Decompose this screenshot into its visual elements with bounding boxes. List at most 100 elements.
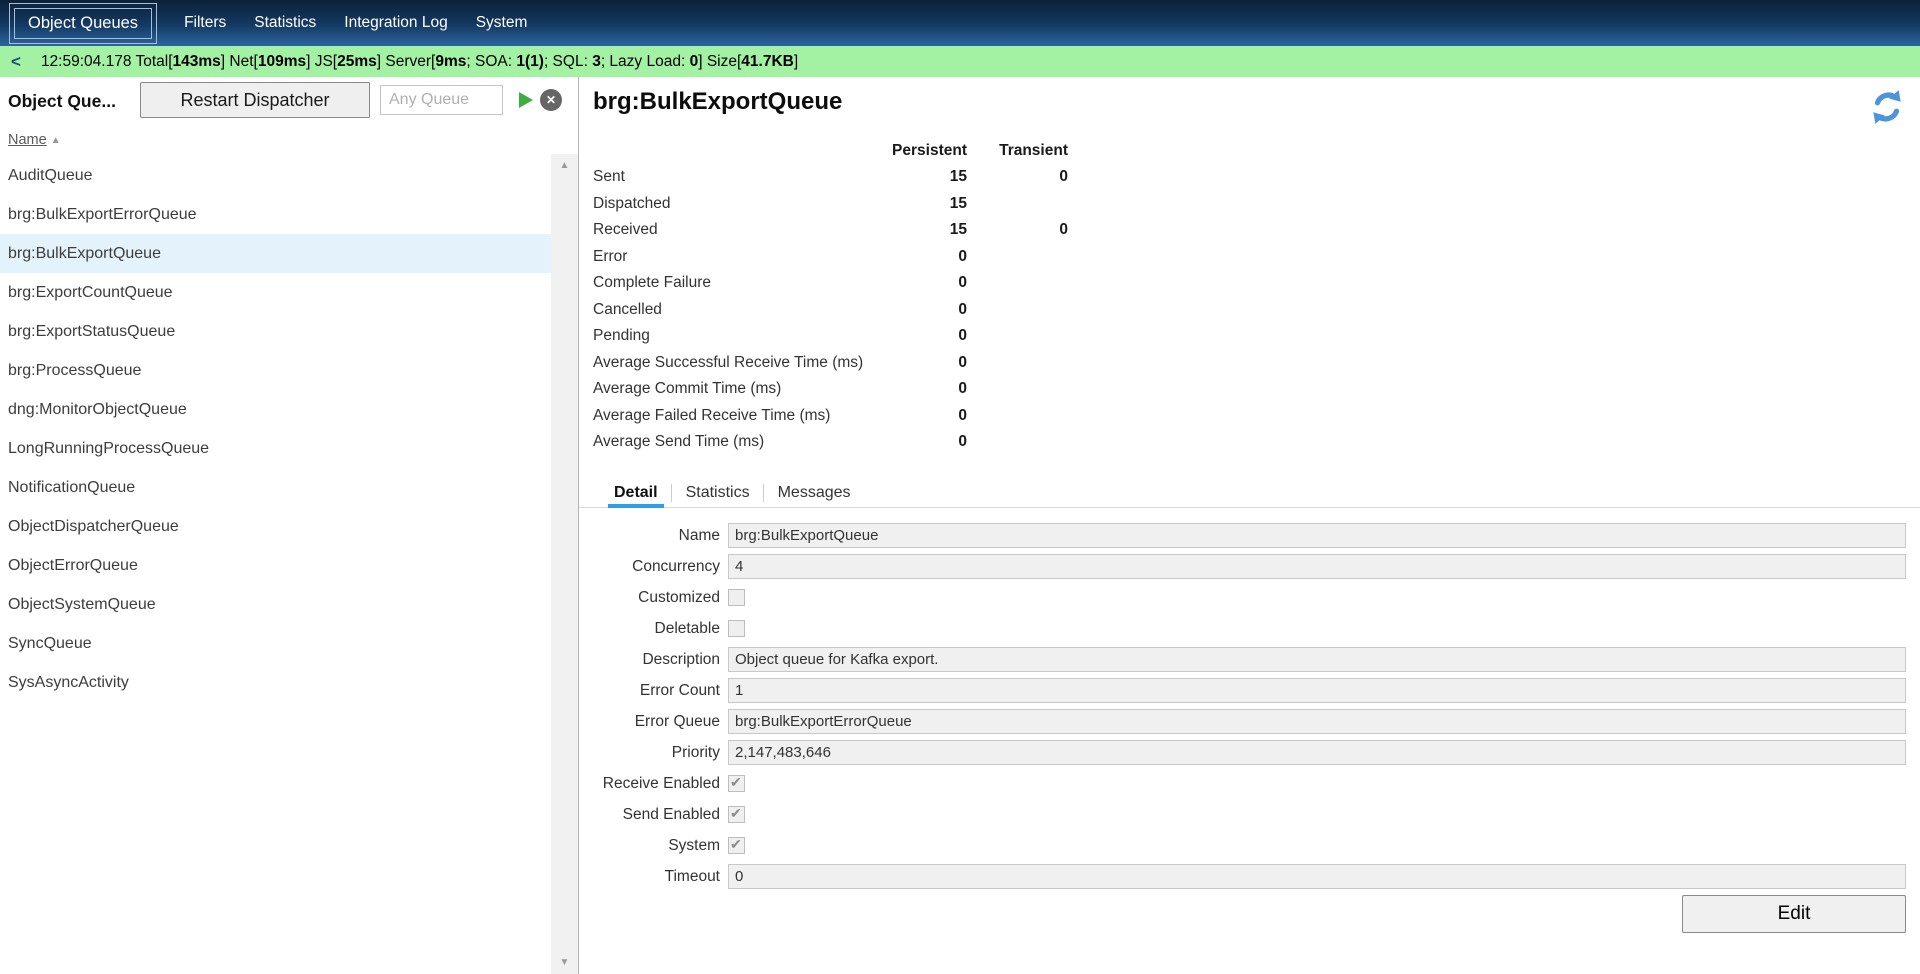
deletable-checkbox[interactable] (728, 620, 745, 637)
send-enabled-checkbox[interactable]: ✔ (728, 806, 745, 823)
nav-item[interactable]: Integration Log (330, 14, 461, 32)
receive-enabled-label: Receive Enabled (579, 775, 728, 793)
stat-label: Pending (593, 327, 868, 345)
status-segment: Total[ (131, 53, 172, 70)
status-segment: ] Server[ (377, 53, 436, 70)
stat-value-persistent: 0 (868, 380, 967, 398)
status-segment: 41.7KB (741, 53, 794, 70)
stats-header-row: Persistent Transient (593, 138, 1068, 164)
scroll-down-icon[interactable]: ▼ (551, 957, 578, 968)
status-time: 12:59:04.178 (41, 53, 132, 70)
refresh-icon[interactable] (1868, 88, 1906, 126)
priority-field[interactable]: 2,147,483,646 (728, 740, 1906, 765)
queue-list-item[interactable]: NotificationQueue (0, 468, 551, 507)
form-row-error-count: Error Count1 (579, 675, 1906, 706)
form-row-send-enabled: Send Enabled✔ (579, 799, 1906, 830)
queue-list-item[interactable]: SysAsyncActivity (0, 663, 551, 702)
concurrency-label: Concurrency (579, 558, 728, 576)
queue-list-item[interactable]: ObjectErrorQueue (0, 546, 551, 585)
nav-item[interactable]: Statistics (240, 14, 330, 32)
queue-list-item[interactable]: AuditQueue (0, 156, 551, 195)
stat-value-transient: 0 (967, 221, 1068, 239)
send-enabled-label: Send Enabled (579, 806, 728, 824)
queue-detail-title: brg:BulkExportQueue (593, 88, 842, 116)
queue-list-item[interactable]: dng:MonitorObjectQueue (0, 390, 551, 429)
stat-value-persistent: 0 (868, 407, 967, 425)
error-count-field[interactable]: 1 (728, 678, 1906, 703)
queue-search-input[interactable] (380, 85, 503, 115)
queue-list-item[interactable]: LongRunningProcessQueue (0, 429, 551, 468)
name-column-label[interactable]: Name (8, 132, 47, 148)
nav-item[interactable]: Filters (170, 14, 240, 32)
queue-list-item[interactable]: brg:ProcessQueue (0, 351, 551, 390)
receive-enabled-checkbox[interactable]: ✔ (728, 775, 745, 792)
queue-list-item[interactable]: brg:ExportStatusQueue (0, 312, 551, 351)
error-count-label: Error Count (579, 682, 728, 700)
name-field[interactable]: brg:BulkExportQueue (728, 523, 1906, 548)
restart-dispatcher-button[interactable]: Restart Dispatcher (140, 82, 370, 118)
stat-label: Average Successful Receive Time (ms) (593, 354, 868, 372)
customized-checkbox[interactable] (728, 589, 745, 606)
queue-list-item[interactable]: brg:ExportCountQueue (0, 273, 551, 312)
form-row-priority: Priority2,147,483,646 (579, 737, 1906, 768)
concurrency-field[interactable]: 4 (728, 554, 1906, 579)
stat-value-persistent: 0 (868, 354, 967, 372)
back-icon[interactable]: < (11, 52, 21, 72)
status-text: 12:59:04.178 Total[143ms] Net[109ms] JS[… (41, 53, 798, 71)
tab[interactable]: Statistics (683, 478, 753, 507)
detail-tabs: Detail Statistics Messages (579, 478, 1920, 508)
name-column-header[interactable]: Name ▲ (8, 132, 61, 148)
form-row-timeout: Timeout0 (579, 861, 1906, 892)
detail-form: Namebrg:BulkExportQueueConcurrency4Custo… (579, 520, 1906, 892)
stat-label: Received (593, 221, 868, 239)
system-checkbox[interactable]: ✔ (728, 837, 745, 854)
stat-value-persistent: 0 (868, 327, 967, 345)
stat-label: Average Commit Time (ms) (593, 380, 868, 398)
tab[interactable]: Messages (775, 478, 854, 507)
queue-list-item[interactable]: ObjectSystemQueue (0, 585, 551, 624)
stat-row: Dispatched 15 (593, 191, 1068, 218)
clear-filter-icon[interactable]: ✕ (540, 89, 562, 111)
stat-value-persistent: 0 (868, 274, 967, 292)
queue-list-item[interactable]: SyncQueue (0, 624, 551, 663)
scroll-up-icon[interactable]: ▲ (551, 160, 578, 171)
error-queue-field[interactable]: brg:BulkExportErrorQueue (728, 709, 1906, 734)
queue-list-item[interactable]: brg:BulkExportErrorQueue (0, 195, 551, 234)
sort-asc-icon: ▲ (51, 135, 61, 146)
timeout-label: Timeout (579, 868, 728, 886)
stat-row: Cancelled 0 (593, 297, 1068, 324)
stat-row: Average Send Time (ms) 0 (593, 429, 1068, 456)
queue-list-item[interactable]: ObjectDispatcherQueue (0, 507, 551, 546)
top-nav-bar: Object Queues FiltersStatisticsIntegratio… (0, 0, 1920, 46)
nav-item[interactable]: Object Queues (14, 8, 152, 39)
stat-row: Error 0 (593, 244, 1068, 271)
stat-label: Dispatched (593, 195, 868, 213)
run-filter-icon[interactable] (519, 92, 533, 108)
stat-row: Average Failed Receive Time (ms) 0 (593, 403, 1068, 430)
queue-list-scrollbar[interactable]: ▲ ▼ (551, 154, 578, 974)
status-segment: 109ms (258, 53, 306, 70)
timeout-field[interactable]: 0 (728, 864, 1906, 889)
check-icon: ✔ (730, 805, 742, 822)
description-field[interactable]: Object queue for Kafka export. (728, 647, 1906, 672)
status-segment: 3 (592, 53, 601, 70)
status-segment: ] (794, 53, 798, 70)
stat-label: Average Failed Receive Time (ms) (593, 407, 868, 425)
nav-item[interactable]: System (462, 14, 542, 32)
stat-label: Average Send Time (ms) (593, 433, 868, 451)
tab[interactable]: Detail (611, 478, 661, 507)
status-segment: ; Lazy Load: (601, 53, 690, 70)
status-segment: ] Net[ (221, 53, 258, 70)
queue-list-item[interactable]: brg:BulkExportQueue (0, 234, 551, 273)
status-segments: Total[143ms] Net[109ms] JS[25ms] Server[… (131, 53, 798, 70)
left-panel-title: Object Que... (8, 91, 116, 112)
form-row-name: Namebrg:BulkExportQueue (579, 520, 1906, 551)
status-segment: 9ms (435, 53, 466, 70)
form-row-error-queue: Error Queuebrg:BulkExportErrorQueue (579, 706, 1906, 737)
deletable-label: Deletable (579, 620, 728, 638)
edit-button[interactable]: Edit (1682, 895, 1906, 933)
check-icon: ✔ (730, 774, 742, 791)
status-bar: < 12:59:04.178 Total[143ms] Net[109ms] J… (0, 46, 1920, 77)
status-segment: 143ms (173, 53, 221, 70)
persistent-column-header: Persistent (868, 142, 967, 160)
